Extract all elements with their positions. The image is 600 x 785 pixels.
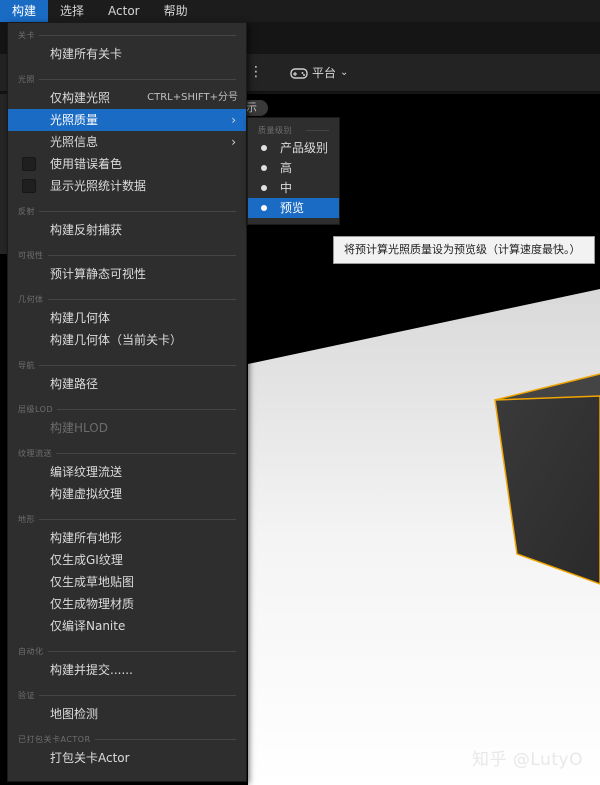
checkbox[interactable] — [22, 157, 36, 171]
section-header: 已打包关卡ACTOR — [8, 731, 246, 747]
section-header: 关卡 — [8, 27, 246, 43]
compile-texture-streaming-item[interactable]: 编译纹理流送 — [8, 461, 246, 483]
generate-physical-materials-item[interactable]: 仅生成物理材质 — [8, 593, 246, 615]
section-header: 反射 — [8, 203, 246, 219]
radio-dot-icon — [261, 165, 267, 171]
section-header: 层级LOD — [8, 401, 246, 417]
quality-medium-item[interactable]: 中 — [248, 178, 339, 198]
radio-dot-icon — [261, 185, 267, 191]
checkbox[interactable] — [22, 179, 36, 193]
build-geometry-current-level-item[interactable]: 构建几何体（当前关卡） — [8, 329, 246, 351]
section-header: 纹理流送 — [8, 445, 246, 461]
build-geometry-item[interactable]: 构建几何体 — [8, 307, 246, 329]
radio-dot-icon — [261, 145, 267, 151]
quality-high-item[interactable]: 高 — [248, 158, 339, 178]
radio-dot-icon — [261, 205, 267, 211]
lighting-quality-item[interactable]: 光照质量 › — [8, 109, 246, 131]
menu-build[interactable]: 构建 — [0, 0, 49, 22]
build-dropdown-menu: 关卡 构建所有关卡 光照 仅构建光照 CTRL+SHIFT+分号 光照质量 › … — [7, 22, 247, 782]
map-check-item[interactable]: 地图检测 — [8, 703, 246, 725]
lighting-info-item[interactable]: 光照信息 › — [8, 131, 246, 153]
quality-production-item[interactable]: 产品级别 — [248, 138, 339, 158]
build-lighting-only-item[interactable]: 仅构建光照 CTRL+SHIFT+分号 — [8, 87, 246, 109]
menu-actor[interactable]: Actor — [96, 0, 152, 22]
tooltip: 将预计算光照质量设为预览级（计算速度最快。） — [333, 236, 595, 264]
shortcut-label: CTRL+SHIFT+分号 — [147, 92, 238, 103]
build-virtual-textures-item[interactable]: 构建虚拟纹理 — [8, 483, 246, 505]
chevron-right-icon: › — [231, 113, 236, 127]
gamepad-icon — [290, 68, 308, 79]
chevron-right-icon: › — [231, 135, 236, 149]
platform-label: 平台 — [312, 66, 337, 80]
build-hlod-item: 构建HLOD — [50, 421, 108, 435]
generate-gi-textures-item[interactable]: 仅生成GI纹理 — [8, 549, 246, 571]
pack-level-actors-item[interactable]: 打包关卡Actor — [8, 747, 246, 769]
section-header: 几何体 — [8, 291, 246, 307]
section-header: 地形 — [8, 511, 246, 527]
platform-button[interactable]: 平台 ⌄ — [290, 62, 348, 84]
section-header: 质量级别 — [248, 122, 339, 138]
build-all-landscape-item[interactable]: 构建所有地形 — [8, 527, 246, 549]
build-reflection-captures-item[interactable]: 构建反射捕获 — [8, 219, 246, 241]
menu-help[interactable]: 帮助 — [152, 0, 200, 22]
menu-bar: 构建 选择 Actor 帮助 — [0, 0, 600, 22]
generate-grass-maps-item[interactable]: 仅生成草地贴图 — [8, 571, 246, 593]
chevron-down-icon: ⌄ — [340, 67, 349, 78]
menu-select[interactable]: 选择 — [48, 0, 96, 22]
section-header: 验证 — [8, 687, 246, 703]
section-header: 导航 — [8, 357, 246, 373]
lighting-quality-submenu: 质量级别 产品级别 高 中 预览 — [247, 117, 340, 225]
section-header: 自动化 — [8, 643, 246, 659]
use-error-coloring-item[interactable]: 使用错误着色 — [8, 153, 246, 175]
build-all-levels-item[interactable]: 构建所有关卡 — [8, 43, 246, 65]
show-lighting-stats-item[interactable]: 显示光照统计数据 — [8, 175, 246, 197]
precompute-static-visibility-item[interactable]: 预计算静态可视性 — [8, 263, 246, 285]
build-and-submit-item[interactable]: 构建并提交...... — [8, 659, 246, 681]
watermark: 知乎 @LutyO — [472, 750, 583, 770]
build-paths-item[interactable]: 构建路径 — [8, 373, 246, 395]
compile-nanite-item[interactable]: 仅编译Nanite — [8, 615, 246, 637]
more-options-icon[interactable]: ⋮ — [248, 61, 264, 83]
quality-preview-item[interactable]: 预览 — [248, 198, 339, 218]
section-header: 可视性 — [8, 247, 246, 263]
section-header: 光照 — [8, 71, 246, 87]
